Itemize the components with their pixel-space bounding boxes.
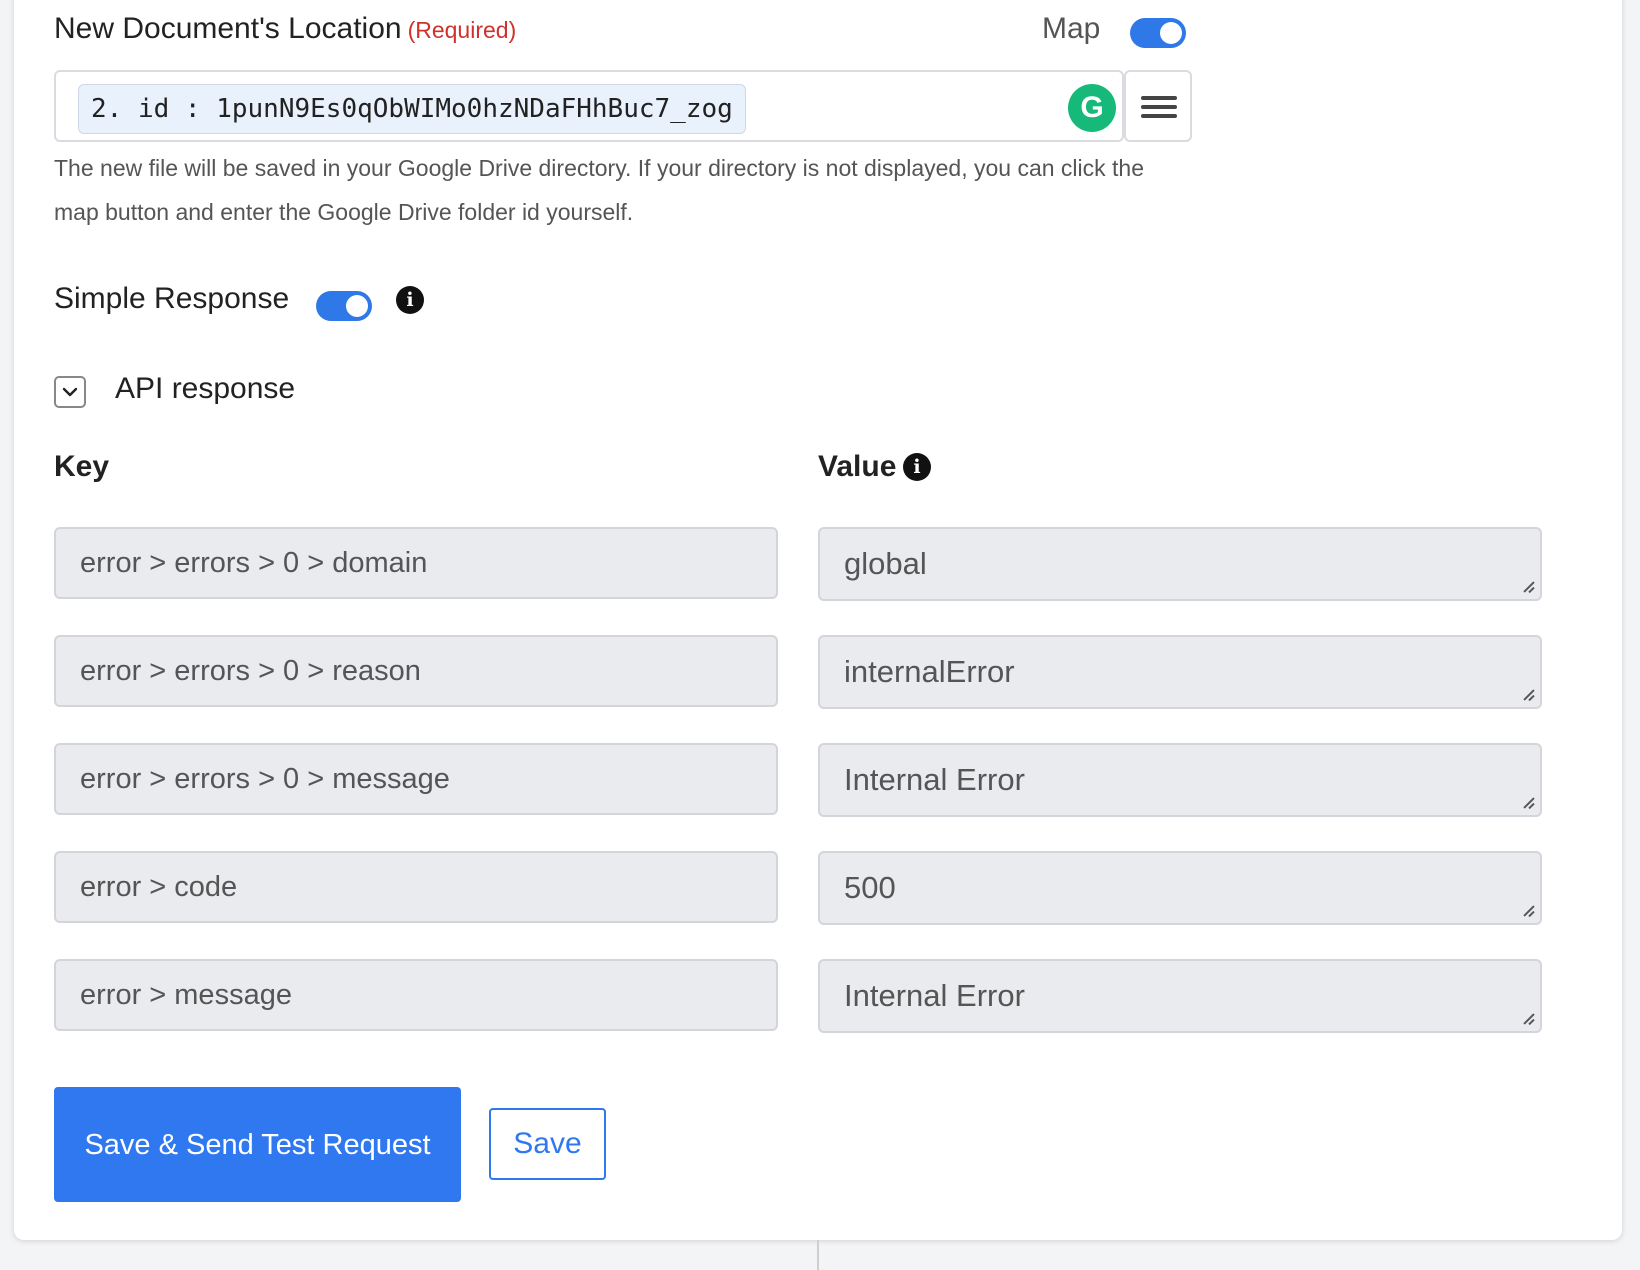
key-column-header: Key (54, 450, 110, 483)
resize-handle-icon[interactable] (1522, 689, 1534, 701)
value-column-header: Value (818, 450, 896, 484)
resize-handle-icon[interactable] (1522, 905, 1534, 917)
resize-handle-icon[interactable] (1522, 581, 1534, 593)
location-help-text: The new file will be saved in your Googl… (54, 155, 1145, 225)
menu-icon (1141, 96, 1177, 100)
divider-line (817, 1240, 819, 1270)
response-value-field[interactable]: global (818, 527, 1542, 601)
location-input[interactable]: 2. id : 1punN9Es0qObWIMo0hzNDaFHhBuc7_zo… (54, 70, 1124, 142)
response-value-field[interactable]: internalError (818, 635, 1542, 709)
response-key-field: error > errors > 0 > domain (54, 527, 778, 599)
map-toggle[interactable] (1130, 18, 1186, 48)
mapping-menu-button[interactable] (1124, 70, 1192, 142)
chevron-down-icon (62, 387, 78, 397)
grammarly-icon[interactable]: G (1068, 84, 1116, 132)
api-response-collapse-toggle[interactable] (54, 376, 86, 408)
resize-handle-icon[interactable] (1522, 1013, 1534, 1025)
menu-icon-line (1141, 114, 1177, 118)
simple-response-info-icon[interactable]: i (396, 286, 424, 314)
menu-icon-line (1141, 105, 1177, 109)
response-key-field: error > errors > 0 > message (54, 743, 778, 815)
response-value-text: Internal Error (844, 762, 1025, 797)
response-value-field[interactable]: 500 (818, 851, 1542, 925)
required-tag: (Required) (407, 17, 517, 43)
save-and-send-test-request-button[interactable]: Save & Send Test Request (54, 1087, 461, 1202)
response-value-text: internalError (844, 654, 1015, 689)
value-column-header-text: Value (818, 450, 897, 483)
response-key-field: error > errors > 0 > reason (54, 635, 778, 707)
map-label: Map (1042, 12, 1101, 45)
response-key-field: error > message (54, 959, 778, 1031)
value-info-icon[interactable]: i (903, 453, 931, 481)
location-value-chip[interactable]: 2. id : 1punN9Es0qObWIMo0hzNDaFHhBuc7_zo… (78, 84, 746, 134)
location-label: New Document's Location (Required) (54, 12, 516, 46)
simple-response-toggle[interactable] (316, 291, 372, 321)
response-key-field: error > code (54, 851, 778, 923)
response-value-text: global (844, 546, 927, 581)
response-value-text: 500 (844, 870, 896, 905)
simple-response-label: Simple Response (54, 282, 290, 315)
location-label-text: New Document's Location (54, 12, 402, 45)
resize-handle-icon[interactable] (1522, 797, 1534, 809)
response-value-text: Internal Error (844, 978, 1025, 1013)
response-value-field[interactable]: Internal Error (818, 959, 1542, 1033)
api-response-label: API response (115, 372, 296, 405)
save-button[interactable]: Save (489, 1108, 606, 1180)
response-value-field[interactable]: Internal Error (818, 743, 1542, 817)
